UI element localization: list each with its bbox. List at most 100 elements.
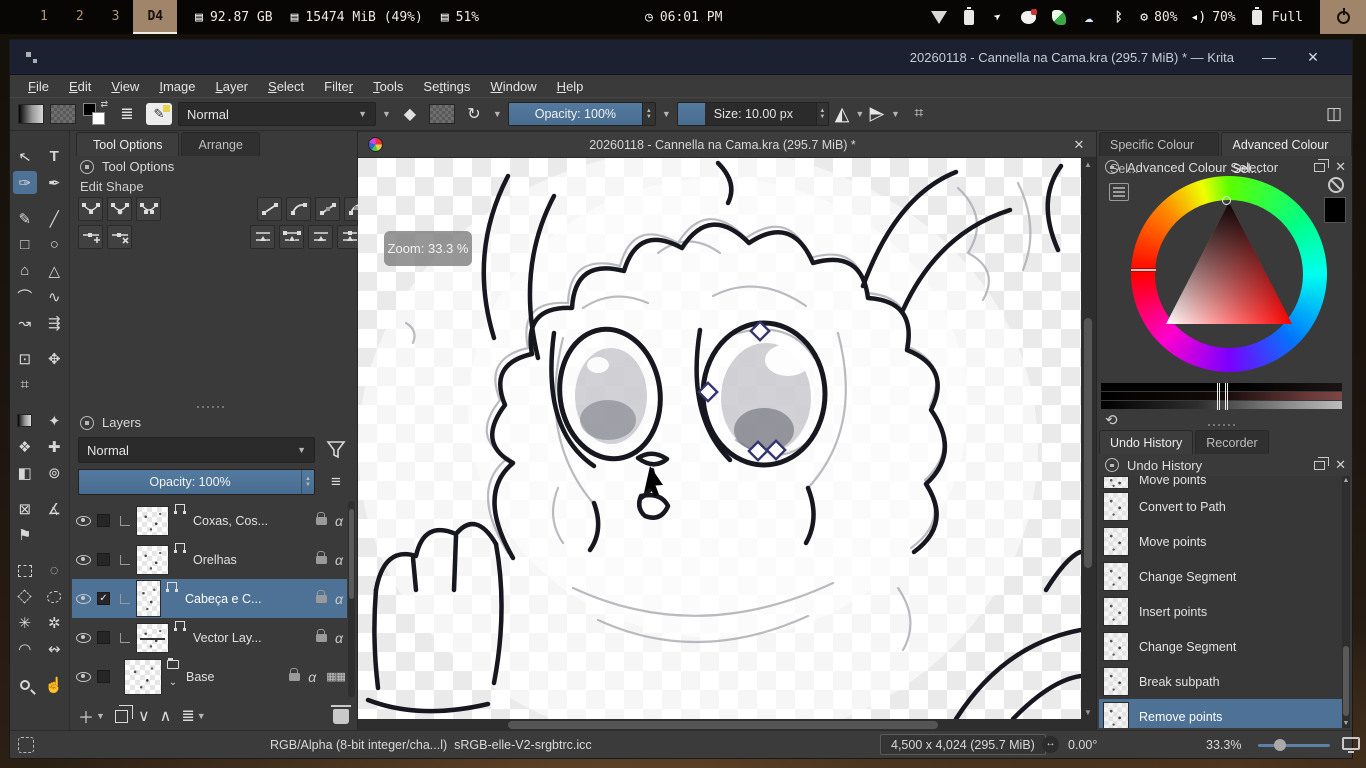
blend-extra-caret-icon[interactable]: ▼ bbox=[382, 109, 391, 119]
enclose-fill-tool[interactable]: ⊚ bbox=[40, 461, 70, 484]
delete-layer-button[interactable] bbox=[333, 709, 349, 724]
crop-tool[interactable]: ⌗ bbox=[10, 373, 40, 396]
close-docker-icon[interactable]: ✕ bbox=[1335, 457, 1346, 473]
insert-point-button[interactable] bbox=[78, 225, 103, 249]
mirror-vertical-button[interactable]: ◭ bbox=[866, 107, 889, 122]
volume-indicator[interactable]: ◂)70% bbox=[1191, 10, 1236, 25]
pan-tool[interactable]: ☝ bbox=[40, 673, 70, 696]
layer-properties-button[interactable]: ≣▼ bbox=[181, 706, 205, 726]
opacity-spinner[interactable]: ▲▼ bbox=[642, 103, 655, 125]
layer-alpha-icon[interactable]: α bbox=[335, 513, 343, 529]
opacity-caret-icon[interactable]: ▼ bbox=[662, 109, 671, 119]
workspace-button[interactable]: 2 bbox=[62, 0, 98, 34]
layer-thumbnail[interactable] bbox=[136, 506, 169, 536]
layer-visibility-icon[interactable] bbox=[76, 555, 91, 565]
layer-list-scrollbar[interactable] bbox=[348, 501, 355, 697]
zoom-tool[interactable] bbox=[10, 673, 40, 696]
battery-indicator[interactable]: Full bbox=[1249, 9, 1303, 26]
undo-history-item[interactable]: Insert points bbox=[1099, 594, 1342, 629]
calligraphy-tool[interactable]: ✒ bbox=[40, 171, 70, 194]
layer-checkbox[interactable]: ✓ bbox=[97, 553, 110, 566]
move-layer-down-button[interactable]: ∨ bbox=[138, 706, 150, 726]
layer-checkbox[interactable]: ✓ bbox=[97, 631, 110, 644]
dock-tab[interactable]: Recorder bbox=[1195, 430, 1268, 454]
layer-visibility-icon[interactable] bbox=[76, 594, 91, 604]
dock-tab[interactable]: Advanced Colour Sel... bbox=[1221, 132, 1352, 156]
shade-selector[interactable] bbox=[1101, 383, 1342, 410]
freehand-path-tool[interactable]: ∿ bbox=[40, 285, 70, 308]
no-color-icon[interactable] bbox=[1328, 177, 1344, 193]
mirror-horizontal-button[interactable]: ◭ bbox=[835, 103, 850, 126]
rectangular-select-tool[interactable] bbox=[10, 559, 40, 582]
layer-visibility-icon[interactable] bbox=[76, 516, 91, 526]
reference-images-tool[interactable]: ⚑ bbox=[10, 523, 40, 546]
layer-filter-button[interactable] bbox=[323, 437, 349, 463]
layer-alpha-icon[interactable]: α bbox=[335, 552, 343, 568]
break-segment-button[interactable] bbox=[279, 225, 304, 249]
menu-item[interactable]: Help bbox=[547, 76, 594, 97]
undo-list-scrollbar[interactable]: ▲ ▼ bbox=[1342, 476, 1350, 728]
layer-row[interactable]: ✓ ⌄ Cabeça e C... α ▦▦ bbox=[72, 579, 347, 618]
color-selector-docker-header[interactable]: Advanced Colour Selector ✕ bbox=[1105, 159, 1346, 175]
lock-docker-icon[interactable] bbox=[80, 160, 94, 174]
lock-docker-icon[interactable] bbox=[1105, 160, 1119, 174]
undo-history-item[interactable]: Change Segment bbox=[1099, 629, 1342, 664]
workspace-button[interactable]: 3 bbox=[98, 0, 134, 34]
layer-checkbox[interactable]: ✓ bbox=[97, 670, 110, 683]
menu-item[interactable]: Filter bbox=[314, 76, 363, 97]
mirror-horizontal-caret-icon[interactable]: ▼ bbox=[855, 109, 864, 119]
line-tool[interactable]: ╱ bbox=[40, 207, 70, 230]
add-layer-button[interactable]: ＋▼ bbox=[78, 704, 105, 728]
dock-tab[interactable]: Specific Colour Sel... bbox=[1099, 132, 1219, 156]
layer-lock-icon[interactable] bbox=[316, 634, 327, 642]
brush-editor-button[interactable]: ✎ bbox=[146, 103, 172, 125]
preserve-alpha-button[interactable] bbox=[429, 104, 455, 124]
menu-item[interactable]: File bbox=[18, 76, 59, 97]
menu-item[interactable]: Settings bbox=[413, 76, 480, 97]
undo-history-item[interactable]: Remove points bbox=[1099, 699, 1342, 728]
docker-splitter-handle[interactable] bbox=[1208, 424, 1242, 426]
smart-patch-tool[interactable]: ✚ bbox=[40, 435, 70, 458]
image-size-status[interactable]: 4,500 x 4,024 (295.7 MiB) bbox=[880, 734, 1046, 755]
battery-charging-icon[interactable] bbox=[960, 9, 977, 26]
fullscreen-icon[interactable] bbox=[1342, 737, 1360, 750]
contiguous-select-tool[interactable]: ✳ bbox=[10, 611, 40, 634]
break-at-point-button[interactable] bbox=[250, 225, 275, 249]
zoom-status[interactable]: 33.3% bbox=[1206, 731, 1241, 759]
wifi-icon[interactable] bbox=[930, 9, 947, 26]
bezier-curve-tool[interactable]: ⌒ bbox=[10, 285, 40, 308]
duplicate-layer-button[interactable] bbox=[115, 710, 128, 723]
layer-lock-icon[interactable] bbox=[289, 673, 300, 681]
join-points-button[interactable] bbox=[308, 225, 333, 249]
selector-settings-button[interactable] bbox=[1109, 183, 1129, 201]
zoom-slider[interactable] bbox=[1258, 744, 1330, 747]
layer-passthrough-icon[interactable]: ▦▦ bbox=[326, 670, 345, 683]
workspace-chooser-button[interactable]: ◫ bbox=[1326, 104, 1342, 124]
document-tab[interactable]: 20260118 - Cannella na Cama.kra (295.7 M… bbox=[358, 132, 1096, 158]
convert-to-line-button[interactable] bbox=[315, 197, 340, 221]
scroll-down-icon[interactable]: ▼ bbox=[1083, 708, 1093, 717]
menu-item[interactable]: Edit bbox=[59, 76, 101, 97]
undo-history-item[interactable]: Move points bbox=[1099, 524, 1342, 559]
layer-alpha-icon[interactable]: α bbox=[308, 669, 316, 685]
undo-history-item[interactable]: Break subpath bbox=[1099, 664, 1342, 699]
polyline-tool[interactable]: △ bbox=[40, 259, 70, 282]
edit-shapes-tool[interactable]: ✑ bbox=[13, 171, 37, 194]
layer-thumbnail[interactable] bbox=[124, 659, 162, 695]
opacity-slider[interactable]: Opacity: 100% ▲▼ bbox=[508, 102, 656, 126]
layer-visibility-icon[interactable] bbox=[76, 672, 91, 682]
layer-row[interactable]: ✓ ⌄ Vector Lay... α ▦▦ bbox=[72, 618, 347, 657]
float-docker-icon[interactable] bbox=[1314, 461, 1325, 470]
layer-row[interactable]: ✓ ⌄ Coxas, Cos... α ▦▦ bbox=[72, 501, 347, 540]
reload-caret-icon[interactable]: ▼ bbox=[493, 109, 502, 119]
canvas-horizontal-scrollbar[interactable] bbox=[358, 720, 1081, 730]
ellipse-tool[interactable]: ○ bbox=[40, 233, 70, 256]
layer-lock-icon[interactable] bbox=[316, 595, 327, 603]
menu-item[interactable]: Window bbox=[480, 76, 546, 97]
app-tray-icon[interactable] bbox=[1050, 9, 1067, 26]
undo-history-item[interactable]: Change Segment bbox=[1099, 559, 1342, 594]
undo-history-item[interactable]: Convert to Path bbox=[1099, 489, 1342, 524]
current-color-swatch[interactable] bbox=[1324, 197, 1346, 223]
layer-thumbnail[interactable] bbox=[136, 580, 161, 617]
smooth-point-button[interactable] bbox=[107, 197, 132, 221]
